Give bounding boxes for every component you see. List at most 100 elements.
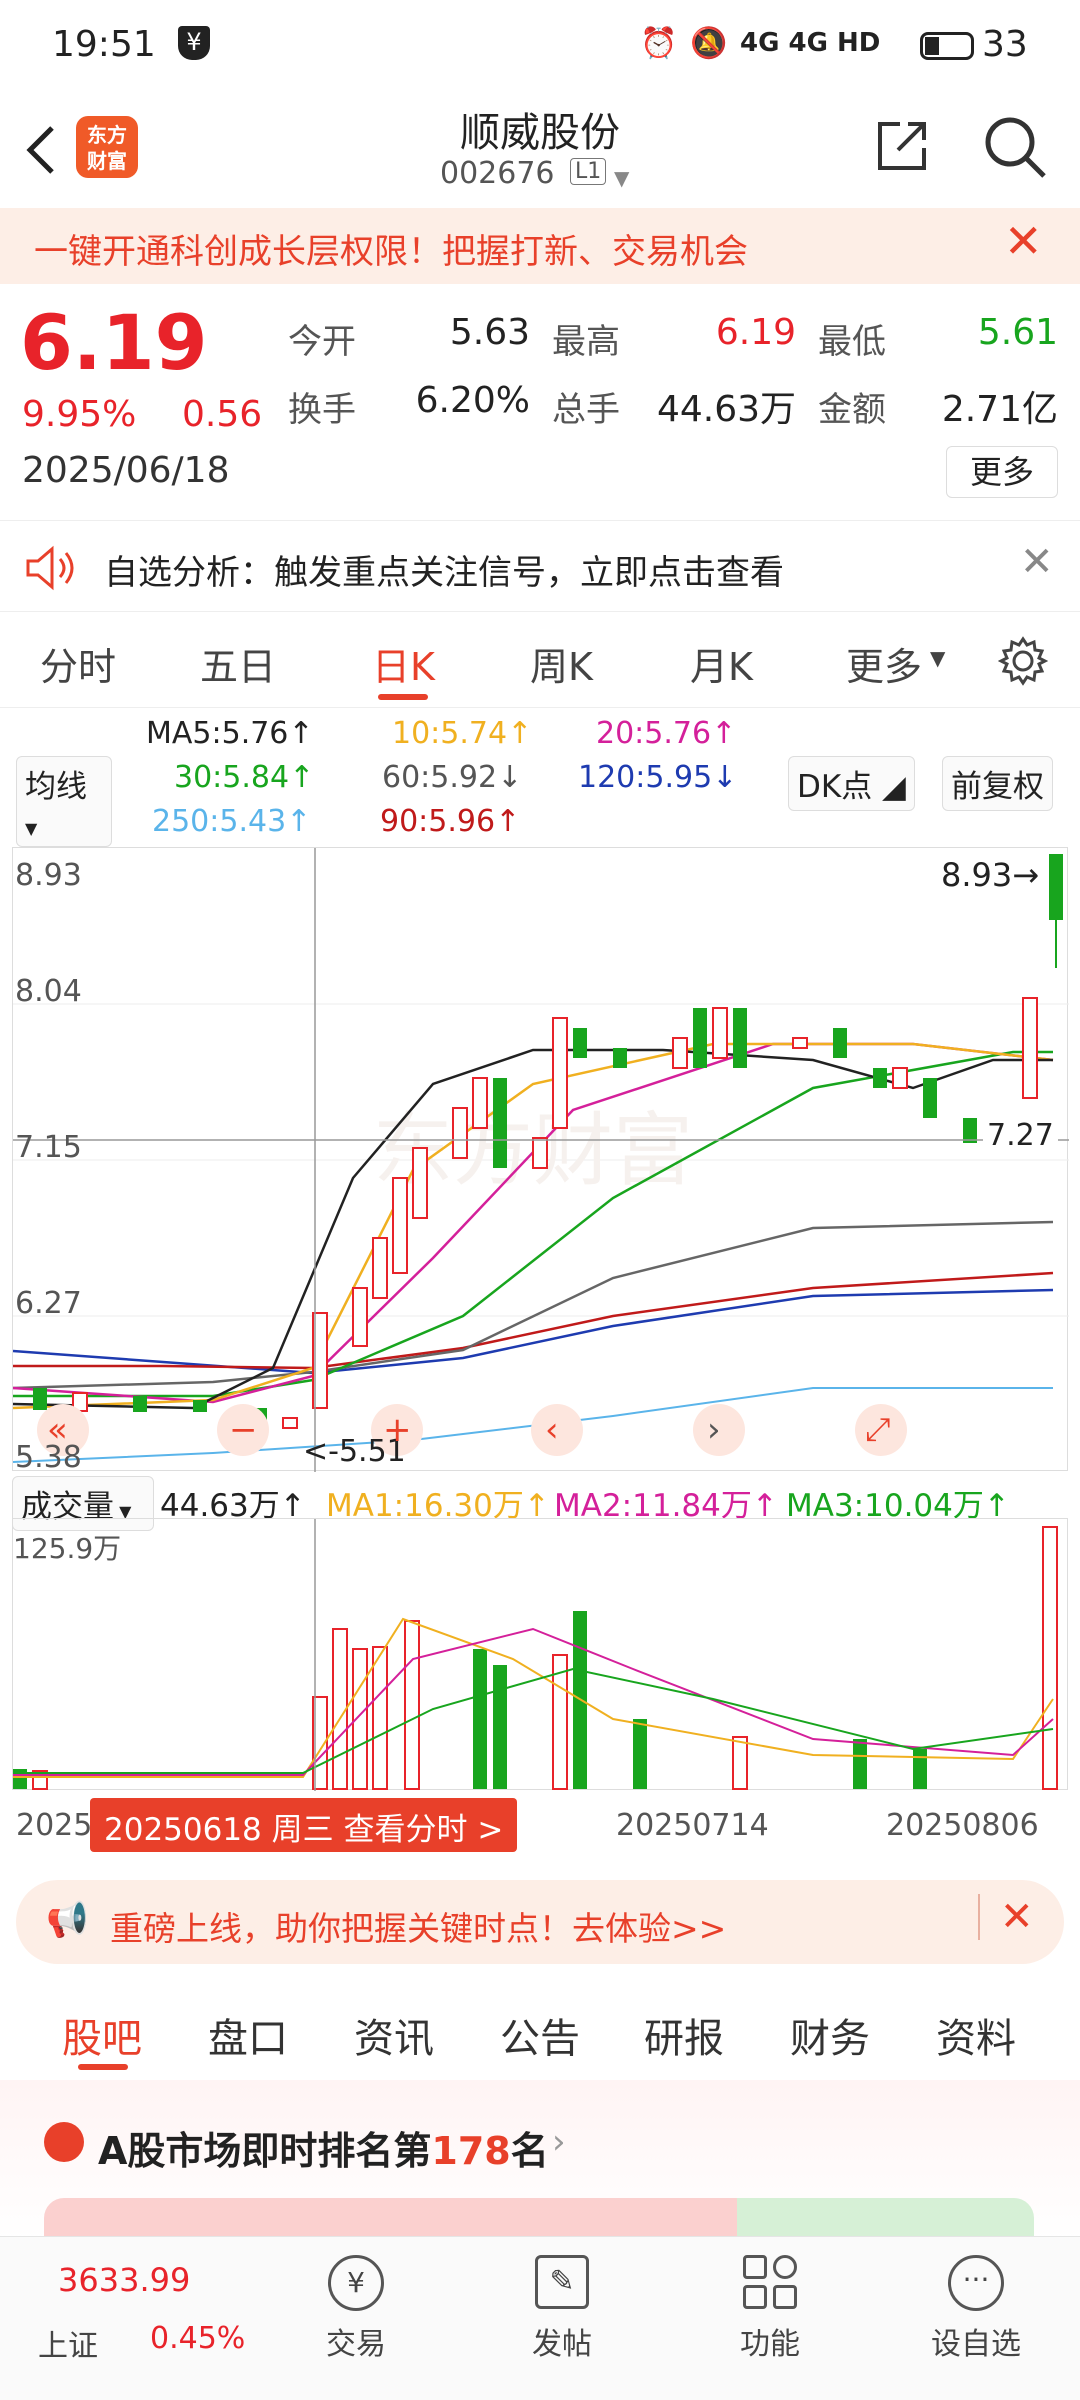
nav-watchlist-label: 设自选 [931,2327,1021,2362]
banner-text: 一键开通科创成长层权限！把握打新、交易机会 [34,232,748,272]
high-marker: 8.93→ [941,856,1040,894]
overlay-buttons [37,1404,907,1456]
index-pct[interactable]: 0.45% [150,2321,245,2356]
stock-name: 顺威股份 [460,110,620,156]
y-label-3: 7.15 [15,1130,82,1165]
ranking-suffix: 名 [510,2129,549,2173]
nav-post[interactable]: ✎ 发帖 [492,2255,632,2363]
promo-close-icon[interactable]: ✕ [978,1894,1034,1940]
x-label-end: 20250806 [886,1808,1039,1843]
ma90-value: 90:5.96↑ [380,804,521,839]
notice-close-icon[interactable]: ✕ [1020,539,1054,585]
ma120-value: 120:5.95↓ [578,760,738,795]
tab-zixun[interactable]: 资讯 [354,2006,434,2064]
prev-icon[interactable]: ‹ [545,1410,559,1450]
tab-pankou[interactable]: 盘口 [208,2006,288,2064]
rise-fall-bar [44,2198,1034,2238]
index-value[interactable]: 3633.99 [58,2261,190,2299]
tab-guba[interactable]: 股吧 [62,2006,142,2064]
index-name[interactable]: 上证 [38,2321,98,2365]
signal-indicators: 4G 4G HD [740,28,881,58]
ma-legend: MA5:5.76↑ 10:5.74↑ 20:5.76↑ 均线 ▼ 30:5.84… [0,712,1080,847]
date-tooltip[interactable]: 20250618 周三 查看分时 > [90,1798,518,1852]
logo-line2: 财富 [87,149,127,173]
volume-max-label: 125.9万 [13,1532,122,1565]
nav-function[interactable]: 功能 [700,2255,840,2363]
shield-icon: ¥ [178,26,210,60]
settings-gear-icon[interactable] [998,636,1048,686]
ma-selector[interactable]: 均线 ▼ [16,756,112,847]
ma30-value: 30:5.84↑ [174,760,315,795]
next-icon[interactable]: › [707,1410,721,1450]
kline-svg: 东方财富 [13,848,1069,1472]
ranking-card[interactable]: A股市场即时排名第178名 › [0,2080,1080,2240]
zoom-out-icon[interactable]: − [229,1410,258,1450]
volume-chart[interactable]: 125.9万 [12,1518,1068,1791]
volume-bars [13,1526,1058,1790]
low-value: 5.61 [977,312,1058,353]
active-tab-indicator [378,694,428,700]
zoom-in-icon[interactable]: + [383,1410,412,1450]
ma90-line [13,1271,1054,1370]
ranking-number: 178 [431,2129,511,2173]
tab-yanbao[interactable]: 研报 [644,2006,724,2064]
fullscreen-icon[interactable]: ⤢ [865,1410,891,1449]
tab-fenshi[interactable]: 分时 [40,636,116,691]
volume-svg [13,1519,1058,1791]
ranking-prefix: A股市场即时排名第 [98,2129,432,2173]
quote-date: 2025/06/18 [22,450,230,491]
rewind-icon[interactable]: « [47,1410,68,1450]
feature-promo[interactable]: 📢 重磅上线，助你把握关键时点！去体验>> ✕ [16,1880,1064,1964]
nav-trade[interactable]: ¥ 交易 [286,2255,426,2363]
tab-ziliao[interactable]: 资料 [936,2006,1016,2064]
quote-panel: 6.19 9.95% 0.56 2025/06/18 今开 5.63 最高 6.… [0,290,1080,518]
level-badge[interactable]: L1 [570,158,607,185]
status-bar: 19:51 ¥ ⏰ 🔕 4G 4G HD 33 [0,0,1080,92]
chart-tabs: 分时 五日 日K 周K 月K 更多 ▼ [0,612,1080,708]
x-label-start: 2025 [16,1808,93,1843]
low-label: 最低 [818,322,886,362]
level-dropdown-icon[interactable]: ▼ [614,166,629,190]
tab-yuek[interactable]: 月K [690,636,753,691]
search-icon[interactable] [980,112,1050,182]
more-button[interactable]: 更多 [946,446,1058,498]
change-pct: 9.95% [22,394,137,435]
share-icon[interactable] [870,114,934,178]
ma-selector-label: 均线 [25,769,87,805]
tab-zhouk[interactable]: 周K [530,636,593,691]
nav-watchlist[interactable]: ··· 设自选 [906,2255,1046,2363]
nav-trade-label: 交易 [326,2327,386,2362]
ma10-value: 10:5.74↑ [392,716,533,751]
tab-rik[interactable]: 日K [372,636,435,691]
change-amount: 0.56 [182,394,263,435]
notice-text: 自选分析：触发重点关注信号，立即点击查看 [104,553,784,593]
nav-post-label: 发帖 [532,2327,592,2362]
promo-banner[interactable]: 一键开通科创成长层权限！把握打新、交易机会 ✕ [0,208,1080,284]
analysis-notice[interactable]: 自选分析：触发重点关注信号，立即点击查看 ✕ [0,520,1080,612]
back-icon[interactable] [20,122,60,178]
ma120-line [13,1288,1054,1375]
promo-text: 重磅上线，助你把握关键时点！去体验>> [110,1909,727,1948]
megaphone-icon: 📢 [46,1900,89,1940]
high-value: 6.19 [715,312,796,353]
status-time: 19:51 [52,24,156,65]
open-label: 今开 [288,322,356,362]
amount-label: 金额 [818,390,886,430]
close-icon[interactable]: ✕ [1004,214,1043,268]
tab-more[interactable]: 更多 [846,636,922,691]
high-label: 最高 [552,322,620,362]
price-adjust-button[interactable]: 前复权 [942,756,1053,811]
turnover-label: 换手 [288,390,356,430]
candles [33,854,1063,1429]
speaker-icon [26,545,74,591]
more-dropdown-icon: ▼ [930,646,946,670]
tab-gonggao[interactable]: 公告 [500,2006,580,2064]
tab-caiwu[interactable]: 财务 [790,2006,870,2064]
stock-code: 002676 [440,156,555,191]
kline-chart[interactable]: 东方财富 [12,847,1069,1475]
dk-point-button[interactable]: DK点 ◢ [788,756,915,811]
trade-icon: ¥ [328,2255,384,2311]
y-label-max: 8.93 [15,858,82,893]
mute-icon: 🔕 [690,26,728,61]
tab-wuri[interactable]: 五日 [200,636,276,691]
